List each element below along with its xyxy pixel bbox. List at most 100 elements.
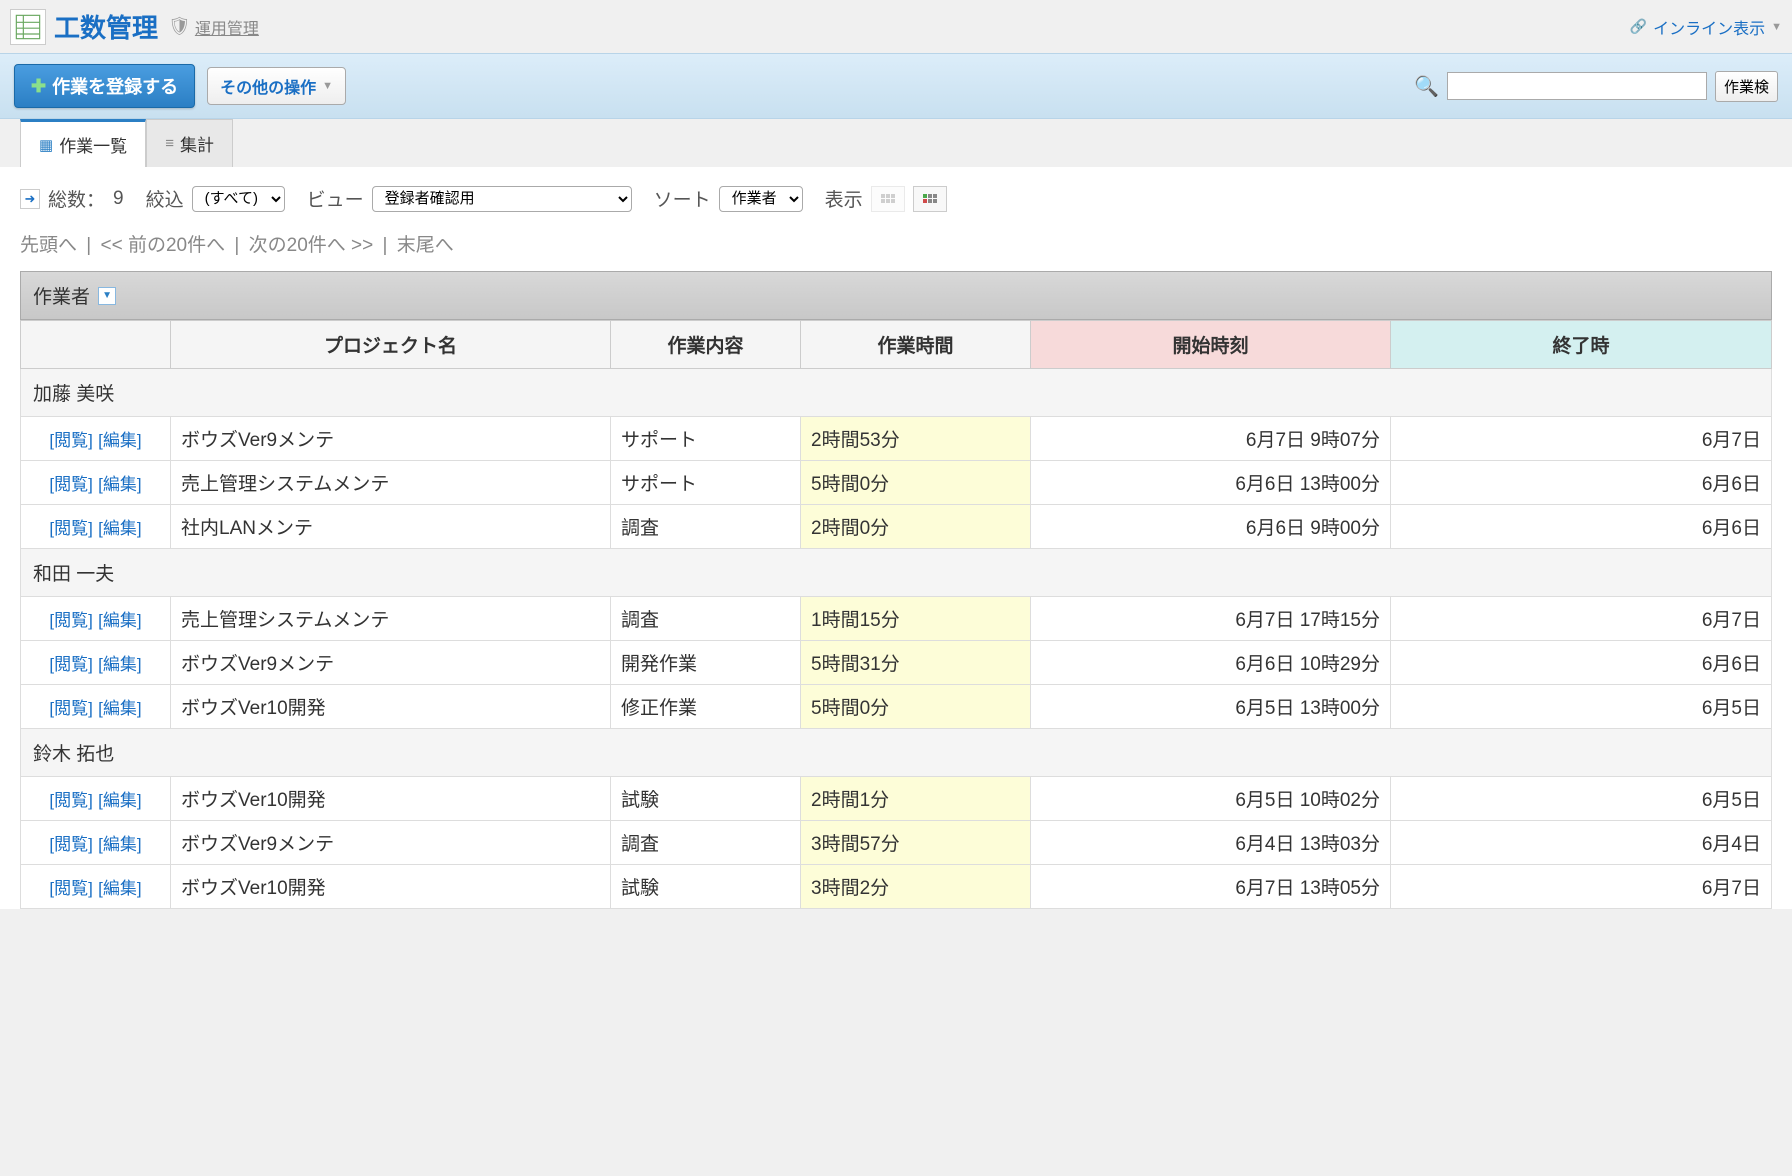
table-row: [閲覧] [編集] ボウズVer9メンテ サポート 2時間53分 6月7日 9時… [21, 417, 1772, 461]
other-operations-button[interactable]: その他の操作 ▼ [207, 67, 346, 105]
cell-project: 売上管理システムメンテ [171, 597, 611, 641]
edit-link[interactable]: [編集] [98, 699, 141, 718]
shield-icon: 🛡 [168, 16, 191, 37]
view-link[interactable]: [閲覧] [49, 611, 92, 630]
col-actions [21, 321, 171, 369]
app-title: 工数管理 [54, 8, 158, 45]
view-select[interactable]: 登録者確認用 [372, 186, 632, 212]
edit-link[interactable]: [編集] [98, 611, 141, 630]
cell-time: 5時間0分 [801, 685, 1031, 729]
cell-time: 2時間0分 [801, 505, 1031, 549]
group-name: 和田 一夫 [21, 549, 1772, 597]
cell-task: 試験 [611, 777, 801, 821]
edit-link[interactable]: [編集] [98, 655, 141, 674]
cell-start: 6月6日 9時00分 [1031, 505, 1391, 549]
group-row: 和田 一夫 [21, 549, 1772, 597]
total-label: 総数： [48, 185, 105, 212]
chevron-down-icon: ▼ [1771, 21, 1782, 33]
edit-link[interactable]: [編集] [98, 475, 141, 494]
edit-link[interactable]: [編集] [98, 879, 141, 898]
sort-select[interactable]: 作業者 [719, 186, 803, 212]
cell-time: 2時間1分 [801, 777, 1031, 821]
edit-link[interactable]: [編集] [98, 519, 141, 538]
view-link[interactable]: [閲覧] [49, 791, 92, 810]
search-icon: 🔍 [1414, 74, 1439, 99]
cell-end: 6月4日 [1391, 821, 1772, 865]
cell-task: サポート [611, 417, 801, 461]
search-button[interactable]: 作業検 [1715, 71, 1778, 102]
view-link[interactable]: [閲覧] [49, 475, 92, 494]
filter-select[interactable]: (すべて) [192, 186, 285, 212]
group-name: 鈴木 拓也 [21, 729, 1772, 777]
app-header: 工数管理 🛡 運用管理 🔗 インライン表示 ▼ [0, 0, 1792, 53]
edit-link[interactable]: [編集] [98, 791, 141, 810]
grouping-header: 作業者 ▼ [20, 271, 1772, 320]
cell-task: 調査 [611, 597, 801, 641]
cell-task: 調査 [611, 821, 801, 865]
cell-end: 6月7日 [1391, 865, 1772, 909]
col-project[interactable]: プロジェクト名 [171, 321, 611, 369]
cell-start: 6月7日 13時05分 [1031, 865, 1391, 909]
view-mode-flat[interactable] [913, 186, 947, 212]
view-link[interactable]: [閲覧] [49, 835, 92, 854]
inline-display-link[interactable]: インライン表示 [1653, 15, 1765, 39]
cell-time: 2時間53分 [801, 417, 1031, 461]
group-row: 加藤 美咲 [21, 369, 1772, 417]
view-link[interactable]: [閲覧] [49, 699, 92, 718]
pager-first[interactable]: 先頭へ [20, 235, 77, 256]
view-link[interactable]: [閲覧] [49, 879, 92, 898]
plus-icon: ✚ [31, 76, 46, 97]
view-link[interactable]: [閲覧] [49, 519, 92, 538]
grouping-label: 作業者 [33, 282, 90, 309]
cell-project: 社内LANメンテ [171, 505, 611, 549]
search-input[interactable] [1447, 72, 1707, 100]
sort-label: ソート [654, 185, 711, 212]
cell-project: ボウズVer9メンテ [171, 417, 611, 461]
table-row: [閲覧] [編集] 売上管理システムメンテ サポート 5時間0分 6月6日 13… [21, 461, 1772, 505]
tabs: ▦ 作業一覧 ≡ 集計 [0, 119, 1792, 167]
cell-end: 6月6日 [1391, 505, 1772, 549]
pager-next[interactable]: 次の20件へ >> [249, 235, 374, 256]
filter-dropdown-icon[interactable]: ▼ [98, 287, 116, 305]
display-label: 表示 [825, 185, 863, 212]
content: ➜ 総数：9 絞込 (すべて) ビュー 登録者確認用 ソート 作業者 表示 先頭… [0, 167, 1792, 909]
cell-time: 1時間15分 [801, 597, 1031, 641]
pager-last[interactable]: 末尾へ [397, 235, 454, 256]
col-start[interactable]: 開始時刻 [1031, 321, 1391, 369]
cell-time: 3時間57分 [801, 821, 1031, 865]
view-link[interactable]: [閲覧] [49, 655, 92, 674]
filter-row: ➜ 総数：9 絞込 (すべて) ビュー 登録者確認用 ソート 作業者 表示 [20, 185, 1772, 212]
link-icon: 🔗 [1630, 18, 1647, 35]
admin-link[interactable]: 運用管理 [195, 15, 259, 39]
col-time[interactable]: 作業時間 [801, 321, 1031, 369]
register-button[interactable]: ✚ 作業を登録する [14, 64, 195, 108]
cell-end: 6月5日 [1391, 777, 1772, 821]
col-task[interactable]: 作業内容 [611, 321, 801, 369]
tab-aggregate[interactable]: ≡ 集計 [146, 119, 233, 167]
cell-project: ボウズVer10開発 [171, 685, 611, 729]
grid-icon: ▦ [39, 136, 53, 154]
col-end[interactable]: 終了時 [1391, 321, 1772, 369]
pager: 先頭へ | << 前の20件へ | 次の20件へ >> | 末尾へ [20, 230, 1772, 257]
cell-project: ボウズVer9メンテ [171, 641, 611, 685]
table-row: [閲覧] [編集] ボウズVer9メンテ 開発作業 5時間31分 6月6日 10… [21, 641, 1772, 685]
table-row: [閲覧] [編集] 売上管理システムメンテ 調査 1時間15分 6月7日 17時… [21, 597, 1772, 641]
cell-end: 6月6日 [1391, 641, 1772, 685]
bars-icon: ≡ [165, 135, 174, 152]
edit-link[interactable]: [編集] [98, 835, 141, 854]
cell-end: 6月7日 [1391, 597, 1772, 641]
cell-start: 6月5日 10時02分 [1031, 777, 1391, 821]
view-link[interactable]: [閲覧] [49, 431, 92, 450]
export-icon[interactable]: ➜ [20, 189, 40, 209]
pager-prev[interactable]: << 前の20件へ [101, 235, 226, 256]
cell-start: 6月4日 13時03分 [1031, 821, 1391, 865]
total-count: 9 [113, 188, 124, 210]
tab-work-list[interactable]: ▦ 作業一覧 [20, 119, 146, 167]
edit-link[interactable]: [編集] [98, 431, 141, 450]
cell-project: 売上管理システムメンテ [171, 461, 611, 505]
chevron-down-icon: ▼ [322, 80, 333, 92]
table-row: [閲覧] [編集] 社内LANメンテ 調査 2時間0分 6月6日 9時00分 6… [21, 505, 1772, 549]
work-table: プロジェクト名 作業内容 作業時間 開始時刻 終了時 加藤 美咲 [閲覧] [編… [20, 320, 1772, 909]
view-mode-grouped[interactable] [871, 186, 905, 212]
cell-end: 6月7日 [1391, 417, 1772, 461]
